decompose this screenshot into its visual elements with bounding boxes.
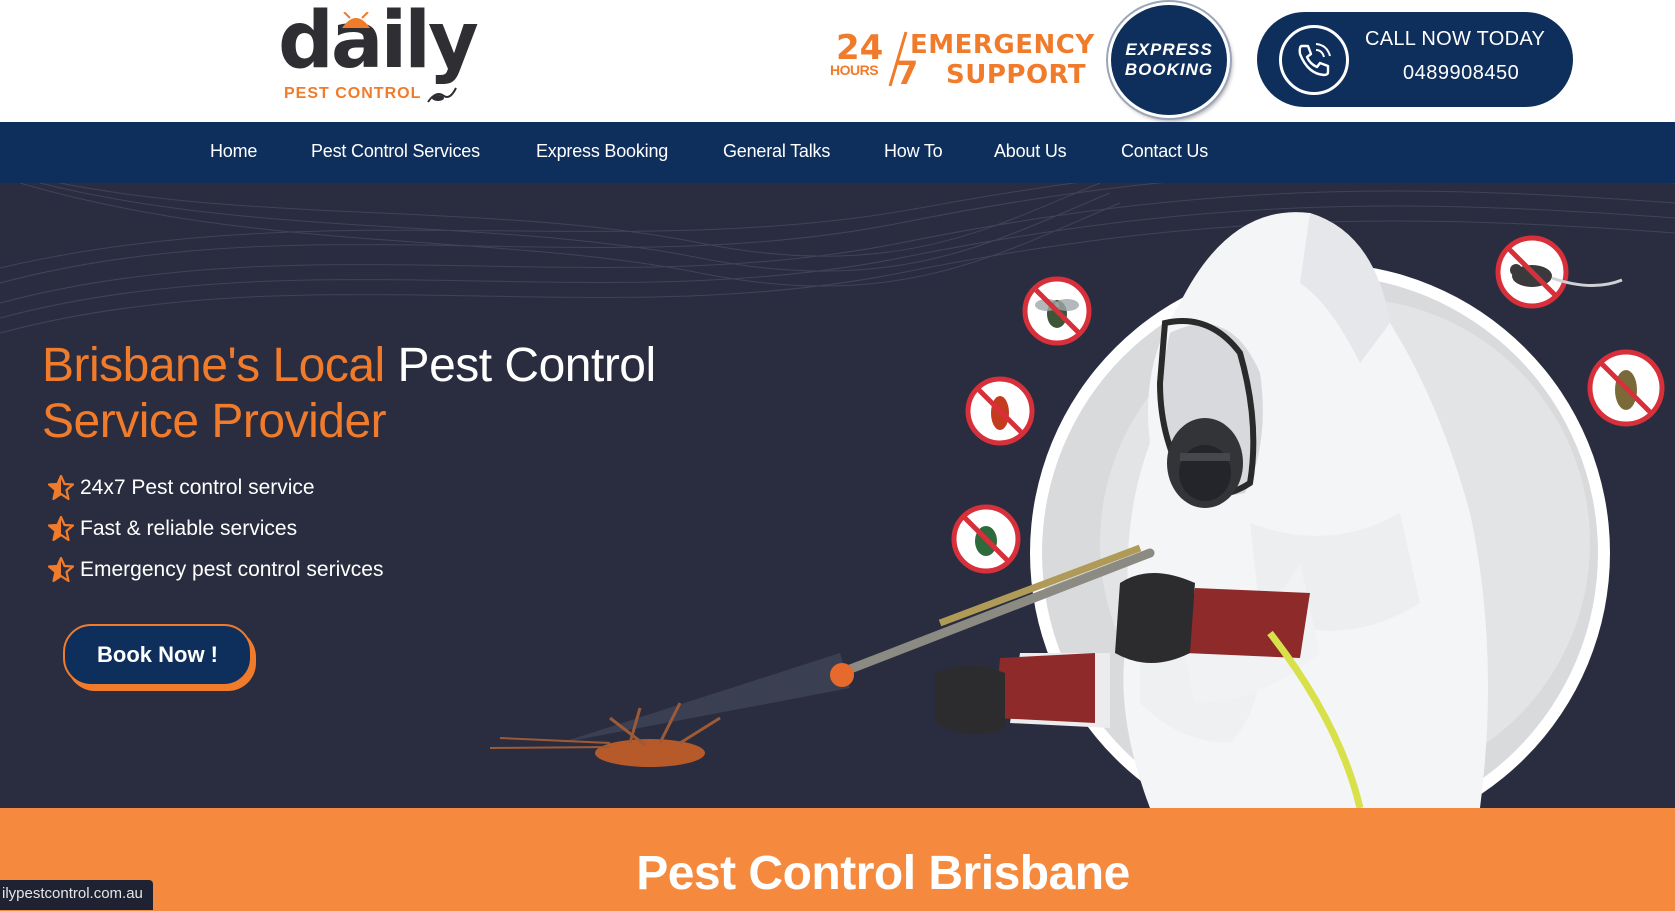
- express-line2: BOOKING: [1124, 60, 1214, 79]
- section-title: Pest Control Brisbane: [636, 847, 1130, 900]
- nav-item-contact-us[interactable]: Contact Us: [1121, 141, 1208, 162]
- hero-illustration: [489, 212, 1665, 808]
- hero-section: Brisbane's Local Pest Control Service Pr…: [0, 183, 1675, 808]
- nav-item-about-us[interactable]: About Us: [994, 141, 1067, 162]
- insect-logo-icon: [427, 87, 457, 103]
- logo-wordmark: daily: [278, 0, 479, 86]
- site-header: daily PEST CONTROL 24 HOURS 7 EMERGENCY …: [0, 0, 1675, 122]
- express-booking-badge[interactable]: EXPRESS BOOKING: [1108, 2, 1230, 118]
- main-nav: Home Pest Control Services Express Booki…: [0, 122, 1675, 183]
- call-now-button[interactable]: CALL NOW TODAY 0489908450: [1257, 12, 1573, 107]
- emergency-support: 24 HOURS 7 EMERGENCY SUPPORT: [830, 26, 1094, 96]
- nav-item-home[interactable]: Home: [210, 141, 257, 162]
- nav-item-express-booking[interactable]: Express Booking: [536, 141, 668, 162]
- status-url: ilypestcontrol.com.au: [0, 880, 153, 910]
- nav-item-how-to[interactable]: How To: [884, 141, 943, 162]
- nav-item-general-talks[interactable]: General Talks: [723, 141, 830, 162]
- express-line1: EXPRESS: [1125, 40, 1213, 59]
- call-label: CALL NOW TODAY: [1365, 28, 1546, 50]
- site-logo[interactable]: daily PEST CONTROL: [278, 2, 479, 108]
- emergency-line1: EMERGENCY: [910, 30, 1095, 60]
- emergency-hours: HOURS: [830, 62, 879, 78]
- logo-subtitle: PEST CONTROL: [284, 85, 422, 102]
- nav-item-pest-control-services[interactable]: Pest Control Services: [311, 141, 480, 162]
- section-banner: Pest Control Brisbane: [0, 808, 1675, 911]
- phone-icon: [1279, 25, 1349, 95]
- call-number: 0489908450: [1403, 62, 1520, 84]
- emergency-line2: SUPPORT: [946, 60, 1087, 90]
- bug-logo-icon: [342, 12, 370, 28]
